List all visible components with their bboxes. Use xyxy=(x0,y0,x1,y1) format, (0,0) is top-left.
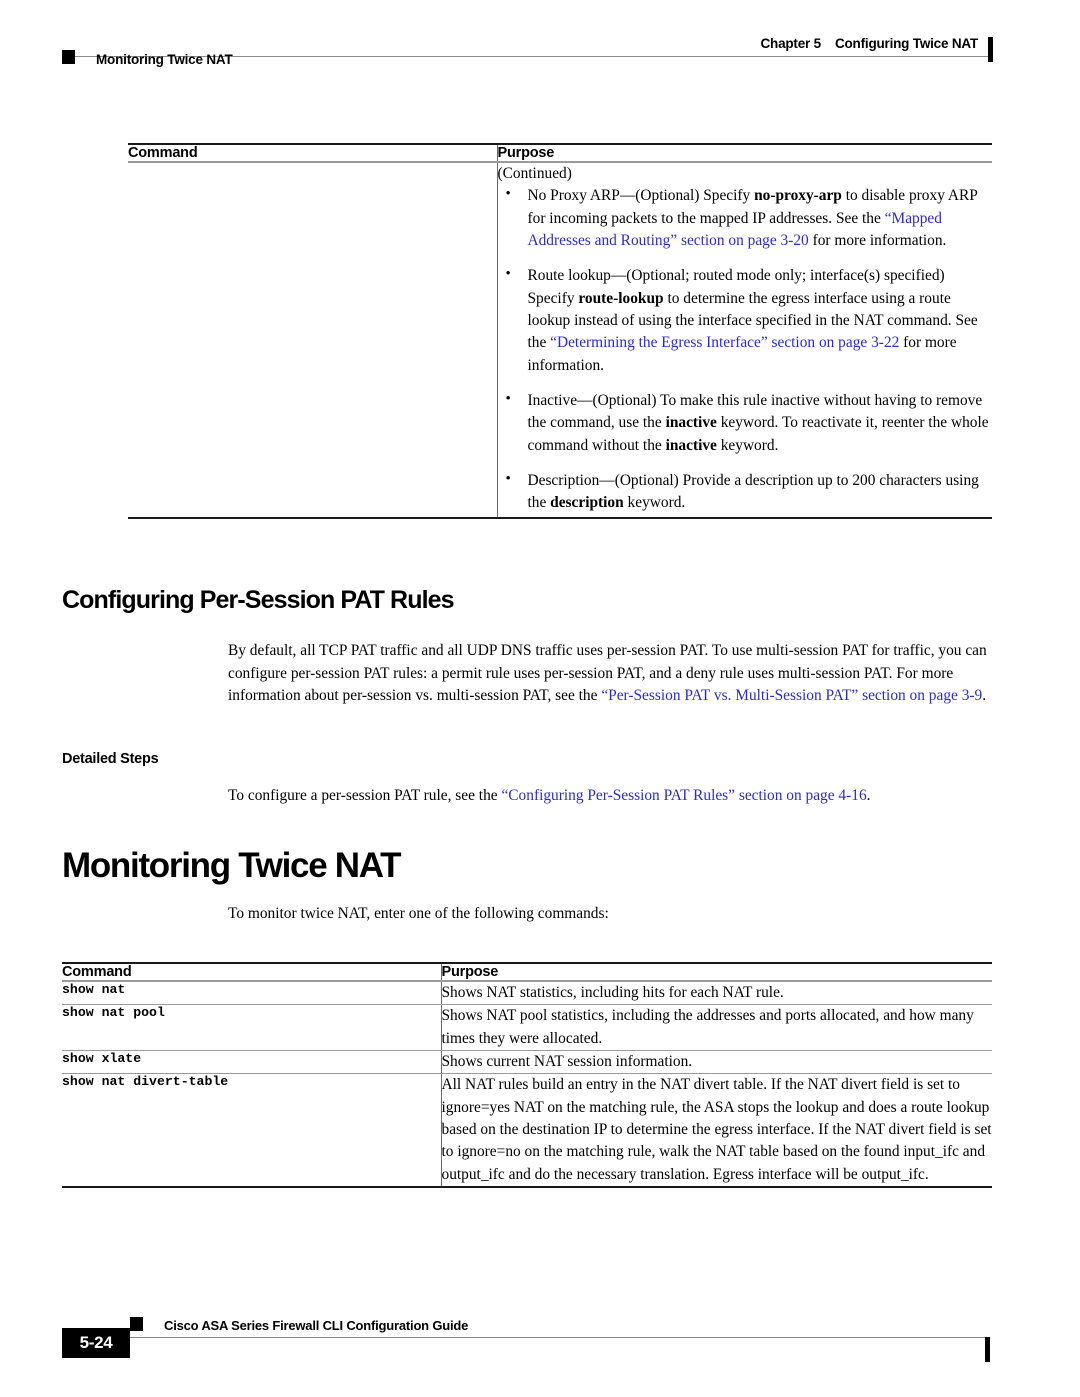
header-chapter-number: Chapter 5 xyxy=(760,36,821,51)
cross-reference-link[interactable]: “Per-Session PAT vs. Multi-Session PAT” … xyxy=(601,687,982,704)
header-chapter-title: Configuring Twice NAT xyxy=(834,36,978,51)
text-run: keyword. xyxy=(623,494,686,512)
header-section-title: Monitoring Twice NAT xyxy=(96,52,233,67)
table-row: show nat Shows NAT statistics, including … xyxy=(62,982,992,1005)
table-rule-row xyxy=(62,1185,992,1188)
emphasis-keyword: inactive xyxy=(665,436,717,454)
table-row: show xlate Shows current NAT session info… xyxy=(62,1050,992,1074)
footer-square-bullet-icon xyxy=(130,1317,143,1331)
text-run: No Proxy ARP—(Optional) Specify xyxy=(527,187,755,205)
footer-guide-title: Cisco ASA Series Firewall CLI Configurat… xyxy=(164,1318,469,1333)
paragraph-detailed-steps: To configure a per-session PAT rule, see… xyxy=(228,785,996,808)
option-bullet-description: Description—(Optional) Provide a descrip… xyxy=(498,469,993,515)
section-heading-configuring-per-session-pat-rules: Configuring Per-Session PAT Rules xyxy=(62,586,455,614)
subheading-detailed-steps: Detailed Steps xyxy=(62,751,159,767)
command-cell-empty xyxy=(128,163,497,517)
column-header-purpose: Purpose xyxy=(440,964,992,980)
command-cell: show nat divert-table xyxy=(62,1074,229,1090)
text-run: . xyxy=(982,687,987,705)
footer-page-number: 5-24 xyxy=(62,1328,130,1358)
column-header-command: Command xyxy=(128,145,198,161)
option-bullet-no-proxy-arp: No Proxy ARP—(Optional) Specify no-proxy… xyxy=(498,184,993,252)
paragraph-per-session-pat-intro: By default, all TCP PAT traffic and all … xyxy=(228,640,996,708)
text-run: To configure a per-session PAT rule, see… xyxy=(228,787,502,804)
section-heading-monitoring-twice-nat: Monitoring Twice NAT xyxy=(62,846,402,885)
emphasis-keyword: no-proxy-arp xyxy=(754,187,842,205)
column-header-command: Command xyxy=(62,964,132,980)
table-header-row: Command Purpose xyxy=(62,964,992,980)
command-cell: show nat pool xyxy=(62,1005,165,1021)
text-run: keyword. xyxy=(716,436,779,454)
continued-label: (Continued) xyxy=(497,165,572,182)
column-header-purpose: Purpose xyxy=(496,145,992,161)
option-bullet-inactive: Inactive—(Optional) To make this rule in… xyxy=(498,389,993,457)
monitoring-command-table: Command Purpose show nat Shows NAT statis… xyxy=(62,962,992,1188)
table-header-row: Command Purpose xyxy=(128,145,992,161)
purpose-cell-continued: (Continued) No Proxy ARP—(Optional) Spec… xyxy=(496,163,993,517)
text-run: . xyxy=(866,787,871,804)
footer-right-edge-marker xyxy=(985,1337,990,1362)
cross-reference-link[interactable]: “Configuring Per-Session PAT Rules” sect… xyxy=(501,787,866,804)
footer-divider-rule xyxy=(62,1337,988,1338)
command-purpose-table-continued: Command Purpose (Continued) No Proxy ARP… xyxy=(128,143,992,519)
purpose-cell: Shows current NAT session information. xyxy=(440,1050,992,1074)
header-right-edge-marker xyxy=(988,37,993,62)
cross-reference-link[interactable]: “Determining the Egress Interface” secti… xyxy=(550,334,899,351)
command-cell: show nat xyxy=(62,982,126,997)
header-chapter-line: Chapter 5 Configuring Twice NAT xyxy=(760,36,978,51)
option-bullet-list: No Proxy ARP—(Optional) Specify no-proxy… xyxy=(498,184,993,515)
purpose-cell: Shows NAT pool statistics, including the… xyxy=(440,1005,992,1050)
header-square-bullet-icon xyxy=(62,50,75,64)
text-run: for more information. xyxy=(808,231,947,249)
emphasis-keyword: inactive xyxy=(665,414,717,432)
purpose-cell: All NAT rules build an entry in the NAT … xyxy=(440,1074,992,1186)
table-rule-row xyxy=(128,516,992,519)
emphasis-keyword: route-lookup xyxy=(578,289,664,307)
option-bullet-route-lookup: Route lookup—(Optional; routed mode only… xyxy=(498,264,993,377)
page-header: Chapter 5 Configuring Twice NAT Monitorin… xyxy=(0,0,1080,92)
emphasis-keyword: description xyxy=(550,494,624,512)
table-row: show nat pool Shows NAT pool statistics, … xyxy=(62,1005,992,1050)
purpose-cell: Shows NAT statistics, including hits for… xyxy=(440,982,992,1005)
command-cell: show xlate xyxy=(62,1050,142,1066)
table-row: show nat divert-table All NAT rules build… xyxy=(62,1074,992,1186)
paragraph-monitoring-intro: To monitor twice NAT, enter one of the f… xyxy=(228,905,609,922)
table-row: (Continued) No Proxy ARP—(Optional) Spec… xyxy=(128,163,992,517)
